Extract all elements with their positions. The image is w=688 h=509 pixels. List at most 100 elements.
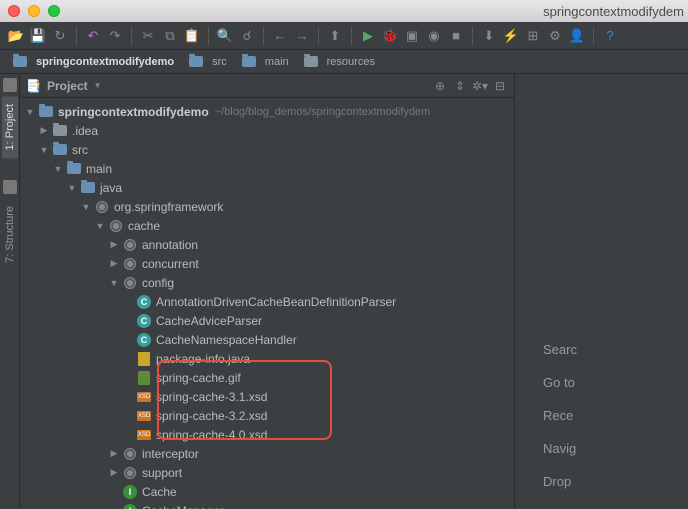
empty-hint: Searc [523,342,577,357]
node-label: AnnotationDrivenCacheBeanDefinitionParse… [156,295,396,309]
structure-icon[interactable]: ⊞ [523,26,543,46]
node-label: .idea [72,124,98,138]
tree-node[interactable]: ▶ .idea [20,121,514,140]
tree-node[interactable]: ICacheManager [20,501,514,509]
tree-node[interactable]: ▶support [20,463,514,482]
run-icon[interactable]: ▶ [358,26,378,46]
sdk-icon[interactable]: ⚙ [545,26,565,46]
crumb-label: main [265,56,289,68]
sync-icon[interactable]: ↻ [50,26,70,46]
help-icon[interactable]: ? [600,26,620,46]
panel-header: 📑 Project ▼ ⊕ ⇕ ✲▾ ⊟ [20,74,514,98]
folder-icon [304,56,318,67]
coverage-icon[interactable]: ▣ [402,26,422,46]
find-icon[interactable]: 🔍 [215,26,235,46]
traffic-lights [8,5,60,17]
class-c-icon: C [136,332,152,348]
expand-arrow[interactable]: ▼ [66,183,78,193]
expand-arrow[interactable]: ▼ [94,221,106,231]
chevron-down-icon[interactable]: ▼ [94,81,102,90]
node-label: config [142,276,174,290]
tree-node[interactable]: ▶annotation [20,235,514,254]
panel-menu-icon[interactable]: 📑 [26,79,41,93]
expand-arrow[interactable]: ▼ [52,164,64,174]
expand-arrow[interactable]: ▼ [80,202,92,212]
node-label: CacheAdviceParser [156,314,262,328]
xsd-icon: XSD [136,408,152,424]
profile-icon[interactable]: ◉ [424,26,444,46]
debug-icon[interactable]: 🐞 [380,26,400,46]
folder-blue-icon [52,142,68,158]
save-all-icon[interactable]: 💾 [28,26,48,46]
sidetab-project[interactable]: 1: Project [2,96,18,158]
expand-arrow[interactable]: ▶ [108,239,120,250]
user-icon[interactable]: 👤 [567,26,587,46]
collapse-all-icon[interactable]: ⇕ [452,78,468,94]
crumb-project[interactable]: springcontextmodifydemo [6,52,180,72]
tree-root[interactable]: ▼ springcontextmodifydemo ~/blog/blog_de… [20,102,514,121]
close-window[interactable] [8,5,20,17]
tree-node[interactable]: ▼org.springframework [20,197,514,216]
settings-icon[interactable]: ✲▾ [472,78,488,94]
pkg-icon [122,256,138,272]
hide-icon[interactable]: ⊟ [492,78,508,94]
crumb-resources[interactable]: resources [297,52,381,72]
tree-node[interactable]: XSDspring-cache-3.2.xsd [20,406,514,425]
maximize-window[interactable] [48,5,60,17]
copy-icon[interactable]: ⧉ [160,26,180,46]
back-icon[interactable]: ← [270,26,290,46]
tree-node[interactable]: ▼cache [20,216,514,235]
crumb-label: resources [327,56,375,68]
tree-node[interactable]: XSDspring-cache-3.1.xsd [20,387,514,406]
expand-arrow[interactable]: ▶ [108,258,120,269]
expand-arrow[interactable]: ▼ [108,278,120,288]
forward-icon[interactable]: → [292,26,312,46]
crumb-src[interactable]: src [182,52,233,72]
tree-node[interactable]: CCacheNamespaceHandler [20,330,514,349]
expand-arrow[interactable]: ▶ [38,125,50,136]
sidetab-structure[interactable]: 7: Structure [2,198,18,271]
module-icon [39,106,53,117]
left-tool-strip: 1: Project 7: Structure [0,74,20,509]
tree-node[interactable]: C AnnotationDrivenCacheBeanDefinitionPars… [20,292,514,311]
replace-icon[interactable]: ☌ [237,26,257,46]
tree-node[interactable]: ICache [20,482,514,501]
crumb-main[interactable]: main [235,52,295,72]
expand-arrow[interactable]: ▶ [108,448,120,459]
tree-node[interactable]: ▼main [20,159,514,178]
paste-icon[interactable]: 📋 [182,26,202,46]
scroll-to-source-icon[interactable]: ⊕ [432,78,448,94]
tree-node[interactable]: CCacheAdviceParser [20,311,514,330]
tree-node[interactable]: ▼ java [20,178,514,197]
node-label: package-info.java [156,352,250,366]
project-tree[interactable]: ▼ springcontextmodifydemo ~/blog/blog_de… [20,98,514,509]
crumb-label: src [212,56,227,68]
tree-node[interactable]: ▼src [20,140,514,159]
tree-node[interactable]: package-info.java [20,349,514,368]
node-label: concurrent [142,257,199,271]
expand-arrow[interactable]: ▶ [108,467,120,478]
redo-icon[interactable]: ↷ [105,26,125,46]
update-icon[interactable]: ⚡ [501,26,521,46]
tree-node[interactable]: ▶interceptor [20,444,514,463]
tree-node[interactable]: XSDspring-cache-4.0.xsd [20,425,514,444]
expand-arrow[interactable]: ▼ [24,107,36,117]
structure-tool-icon[interactable] [3,180,17,194]
minimize-window[interactable] [28,5,40,17]
class-c-icon: C [136,294,152,310]
stop-icon[interactable]: ■ [446,26,466,46]
tree-node[interactable]: spring-cache.gif [20,368,514,387]
pkg-icon [108,218,124,234]
expand-arrow[interactable]: ▼ [38,145,50,155]
node-label: spring-cache-3.1.xsd [156,390,267,404]
undo-icon[interactable]: ↶ [83,26,103,46]
project-tool-icon[interactable] [3,78,17,92]
cut-icon[interactable]: ✂ [138,26,158,46]
node-label: java [100,181,122,195]
folder-icon [13,56,27,67]
open-icon[interactable]: 📂 [6,26,26,46]
vcs-icon[interactable]: ⬇ [479,26,499,46]
tree-node[interactable]: ▼ config [20,273,514,292]
tree-node[interactable]: ▶ concurrent [20,254,514,273]
build-icon[interactable]: ⬆ [325,26,345,46]
